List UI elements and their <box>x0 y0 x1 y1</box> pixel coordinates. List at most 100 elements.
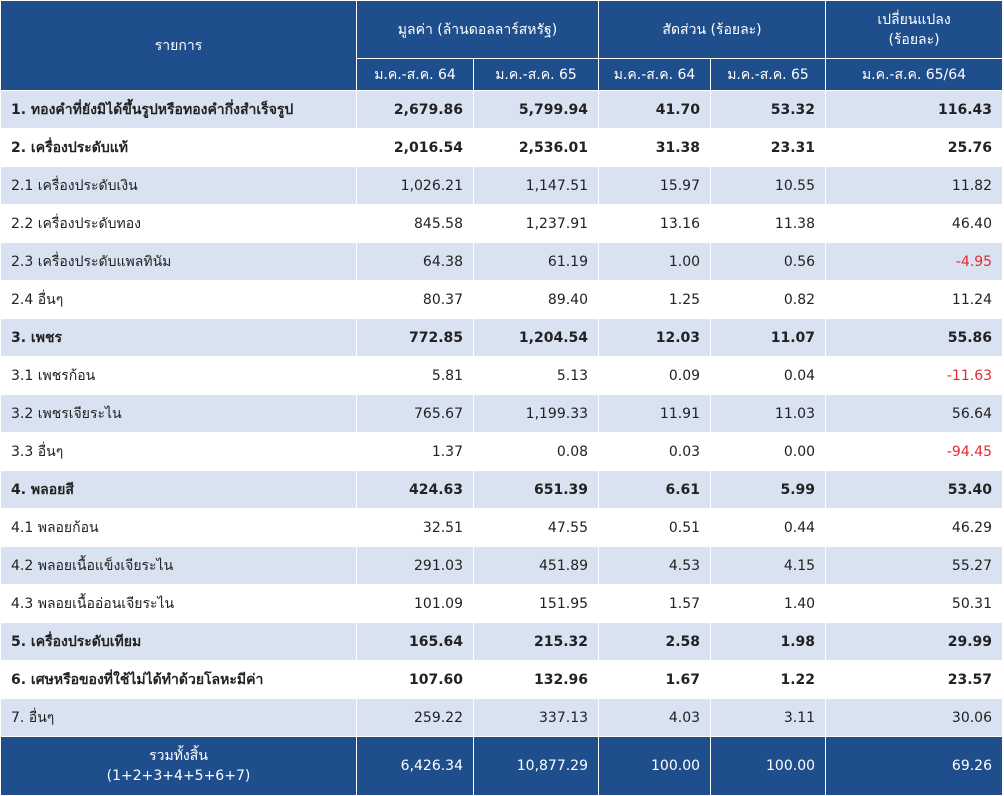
row-label: 3.3 อื่นๆ <box>0 432 357 471</box>
share-65-cell: 11.03 <box>710 394 827 433</box>
change-cell: 46.29 <box>825 508 1004 547</box>
value-64-cell: 2,016.54 <box>356 128 474 167</box>
change-cell: 11.24 <box>825 280 1004 319</box>
table-row: 5. เครื่องประดับเทียม 165.64 215.32 2.58… <box>0 622 1004 661</box>
value-64-cell: 291.03 <box>356 546 474 585</box>
table-row: 2.3 เครื่องประดับแพลทินัม 64.38 61.19 1.… <box>0 242 1004 281</box>
share-64-cell: 0.51 <box>598 508 712 547</box>
share-64-cell: 2.58 <box>598 622 712 661</box>
change-cell: 56.64 <box>825 394 1004 433</box>
change-cell: -94.45 <box>825 432 1004 471</box>
value-64-cell: 32.51 <box>356 508 474 547</box>
share-64-header: ม.ค.-ส.ค. 64 <box>598 58 712 91</box>
row-label: 4.3 พลอยเนื้ออ่อนเจียระไน <box>0 584 357 623</box>
row-label: 3.2 เพชรเจียระไน <box>0 394 357 433</box>
row-label: 2. เครื่องประดับแท้ <box>0 128 357 167</box>
total-label-line2: (1+2+3+4+5+6+7) <box>106 768 251 784</box>
change-cell: 25.76 <box>825 128 1004 167</box>
table-row: 3.3 อื่นๆ 1.37 0.08 0.03 0.00 -94.45 <box>0 432 1004 471</box>
share-64-cell: 0.03 <box>598 432 712 471</box>
share-64-cell: 1.57 <box>598 584 712 623</box>
share-65-cell: 0.44 <box>710 508 827 547</box>
value-65-cell: 5,799.94 <box>472 90 600 129</box>
row-label: 4. พลอยสี <box>0 470 357 509</box>
value-65-cell: 5.13 <box>472 356 600 395</box>
row-label: 6. เศษหรือของที่ใช้ไม่ได้ทำด้วยโลหะมีค่า <box>0 660 357 699</box>
table-row: 4. พลอยสี 424.63 651.39 6.61 5.99 53.40 <box>0 470 1004 509</box>
value-64-cell: 1,026.21 <box>356 166 474 205</box>
total-value-65: 10,877.29 <box>472 736 600 796</box>
change-cell: -4.95 <box>825 242 1004 281</box>
share-65-cell: 3.11 <box>710 698 827 737</box>
total-value-64: 6,426.34 <box>356 736 474 796</box>
table-row: 4.2 พลอยเนื้อแข็งเจียระไน 291.03 451.89 … <box>0 546 1004 585</box>
share-64-cell: 13.16 <box>598 204 712 243</box>
value-64-cell: 107.60 <box>356 660 474 699</box>
change-cell: 11.82 <box>825 166 1004 205</box>
row-label: 7. อื่นๆ <box>0 698 357 737</box>
value-64-cell: 765.67 <box>356 394 474 433</box>
value-65-cell: 1,204.54 <box>472 318 600 357</box>
item-column-header: รายการ <box>0 0 357 91</box>
row-label: 2.1 เครื่องประดับเงิน <box>0 166 357 205</box>
share-64-cell: 1.25 <box>598 280 712 319</box>
total-row: รวมทั้งสิ้น (1+2+3+4+5+6+7) 6,426.34 10,… <box>0 736 1004 796</box>
value-64-cell: 2,679.86 <box>356 90 474 129</box>
share-64-cell: 4.03 <box>598 698 712 737</box>
value-64-cell: 845.58 <box>356 204 474 243</box>
table-row: 3.1 เพชรก้อน 5.81 5.13 0.09 0.04 -11.63 <box>0 356 1004 395</box>
value-65-cell: 651.39 <box>472 470 600 509</box>
change-header-line2: (ร้อยละ) <box>888 31 940 48</box>
value-65-cell: 89.40 <box>472 280 600 319</box>
value-64-cell: 259.22 <box>356 698 474 737</box>
value-64-cell: 5.81 <box>356 356 474 395</box>
share-group-header: สัดส่วน (ร้อยละ) <box>598 0 827 59</box>
table-row: 6. เศษหรือของที่ใช้ไม่ได้ทำด้วยโลหะมีค่า… <box>0 660 1004 699</box>
share-65-cell: 5.99 <box>710 470 827 509</box>
change-cell: 55.27 <box>825 546 1004 585</box>
change-cell: 116.43 <box>825 90 1004 129</box>
share-65-cell: 1.22 <box>710 660 827 699</box>
value-65-cell: 47.55 <box>472 508 600 547</box>
share-65-cell: 0.56 <box>710 242 827 281</box>
share-65-cell: 4.15 <box>710 546 827 585</box>
value-65-cell: 1,199.33 <box>472 394 600 433</box>
table-row: 3.2 เพชรเจียระไน 765.67 1,199.33 11.91 1… <box>0 394 1004 433</box>
share-65-cell: 0.04 <box>710 356 827 395</box>
row-label: 3. เพชร <box>0 318 357 357</box>
table-row: 2.2 เครื่องประดับทอง 845.58 1,237.91 13.… <box>0 204 1004 243</box>
change-cell: 50.31 <box>825 584 1004 623</box>
value-64-cell: 64.38 <box>356 242 474 281</box>
change-group-header: เปลี่ยนแปลง (ร้อยละ) <box>825 0 1004 59</box>
share-65-cell: 0.00 <box>710 432 827 471</box>
row-label: 3.1 เพชรก้อน <box>0 356 357 395</box>
share-64-cell: 31.38 <box>598 128 712 167</box>
value-64-cell: 101.09 <box>356 584 474 623</box>
table-row: 4.3 พลอยเนื้ออ่อนเจียระไน 101.09 151.95 … <box>0 584 1004 623</box>
value-65-cell: 215.32 <box>472 622 600 661</box>
total-label: รวมทั้งสิ้น (1+2+3+4+5+6+7) <box>0 736 357 796</box>
value-65-cell: 151.95 <box>472 584 600 623</box>
value-65-cell: 337.13 <box>472 698 600 737</box>
value-65-cell: 2,536.01 <box>472 128 600 167</box>
share-65-cell: 0.82 <box>710 280 827 319</box>
share-65-cell: 23.31 <box>710 128 827 167</box>
value-64-cell: 1.37 <box>356 432 474 471</box>
row-label: 4.2 พลอยเนื้อแข็งเจียระไน <box>0 546 357 585</box>
value-64-cell: 80.37 <box>356 280 474 319</box>
row-label: 2.3 เครื่องประดับแพลทินัม <box>0 242 357 281</box>
share-64-cell: 41.70 <box>598 90 712 129</box>
share-64-cell: 6.61 <box>598 470 712 509</box>
value-65-cell: 1,147.51 <box>472 166 600 205</box>
value-65-cell: 132.96 <box>472 660 600 699</box>
share-64-cell: 12.03 <box>598 318 712 357</box>
share-64-cell: 1.00 <box>598 242 712 281</box>
row-label: 4.1 พลอยก้อน <box>0 508 357 547</box>
share-64-cell: 1.67 <box>598 660 712 699</box>
total-share-65: 100.00 <box>710 736 827 796</box>
table-body: 1. ทองคำที่ยังมิได้ขึ้นรูปหรือทองคำกึ่งส… <box>0 90 1004 737</box>
change-header-line1: เปลี่ยนแปลง <box>877 11 951 28</box>
share-65-cell: 11.07 <box>710 318 827 357</box>
change-cell: 23.57 <box>825 660 1004 699</box>
change-cell: -11.63 <box>825 356 1004 395</box>
